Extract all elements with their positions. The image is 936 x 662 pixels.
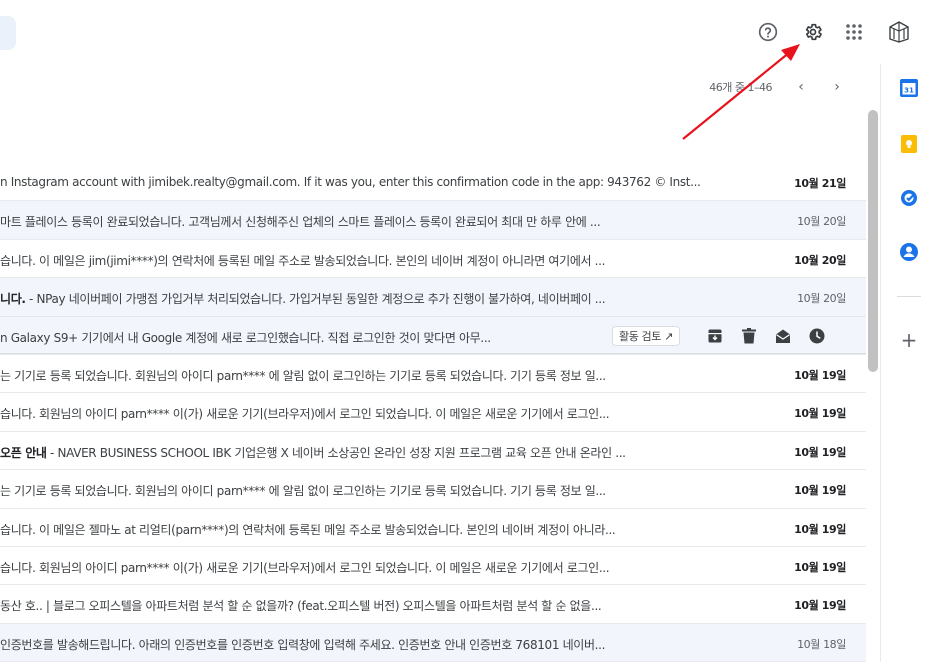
- email-snippet: 는 기기로 등록 되었습니다. 회원님의 아이디 parn**** 에 알림 없…: [0, 368, 606, 383]
- email-snippet: 습니다. 회원님의 아이디 parn**** 이(가) 새로운 기기(브라우저)…: [0, 407, 610, 422]
- chevron-left-icon[interactable]: ‹: [790, 76, 812, 98]
- contacts-icon[interactable]: [897, 240, 921, 264]
- email-row[interactable]: n Instagram account with jimibek.realty@…: [0, 163, 866, 202]
- email-snippet: 습니다. 이 메일은 젤마노 at 리얼티(parn****)의 연락처에 등록…: [0, 522, 616, 537]
- email-snippet: n Galaxy S9+ 기기에서 내 Google 계정에 새로 로그인했습니…: [0, 330, 491, 345]
- email-list: n Instagram account with jimibek.realty@…: [0, 163, 866, 662]
- email-row[interactable]: 동산 호.. | 블로그 오피스텔을 아파트처럼 분석 할 순 없을까? (fe…: [0, 585, 866, 624]
- email-subject: 오픈 안내: [0, 445, 47, 460]
- email-snippet: 는 기기로 등록 되었습니다. 회원님의 아이디 parn**** 에 알림 없…: [0, 484, 606, 499]
- email-row[interactable]: 습니다. 회원님의 아이디 parn**** 이(가) 새로운 기기(브라우저)…: [0, 393, 866, 432]
- email-date: 10월 18일: [797, 637, 846, 651]
- email-row[interactable]: 인증번호를 발송해드립니다. 아래의 인증번호를 인증번호 입력창에 입력해 주…: [0, 623, 866, 662]
- email-snippet: 니다. - NPay 네이버페이 가맹점 가입거부 처리되었습니다. 가입거부된…: [0, 290, 768, 307]
- email-preview: - NPay 네이버페이 가맹점 가입거부 처리되었습니다. 가입거부된 동일한…: [25, 292, 606, 307]
- scrollbar-thumb[interactable]: [868, 110, 878, 372]
- side-panel: 31 +: [880, 64, 936, 662]
- pagination: 46개 중 1–46 ‹ ›: [0, 76, 866, 98]
- pagination-range: 46개 중 1–46: [709, 81, 772, 94]
- email-row[interactable]: 습니다. 이 메일은 jim(jimi****)의 연락처에 등록된 메일 주소…: [0, 239, 866, 279]
- email-row[interactable]: 마트 플레이스 등록이 완료되었습니다. 고객님께서 신청해주신 업체의 스마트…: [0, 201, 866, 240]
- apps-grid-icon[interactable]: [840, 18, 868, 46]
- review-activity-button[interactable]: 활동 검토 ↗: [612, 325, 680, 346]
- email-row[interactable]: 는 기기로 등록 되었습니다. 회원님의 아이디 parn**** 에 알림 없…: [0, 354, 866, 394]
- email-snippet: 인증번호를 발송해드립니다. 아래의 인증번호를 인증번호 입력창에 입력해 주…: [0, 637, 606, 652]
- email-row[interactable]: 습니다. 이 메일은 젤마노 at 리얼티(parn****)의 연락처에 등록…: [0, 508, 866, 547]
- email-date: 10월 19일: [794, 368, 846, 382]
- search-box-edge[interactable]: [0, 16, 16, 50]
- add-addon-plus-icon[interactable]: +: [897, 328, 921, 352]
- delete-trash-icon[interactable]: [732, 323, 766, 349]
- email-row[interactable]: 습니다. 회원님의 아이디 parn**** 이(가) 새로운 기기(브라우저)…: [0, 546, 866, 586]
- email-subject: 니다.: [0, 292, 26, 307]
- tasks-icon[interactable]: [897, 186, 921, 210]
- email-date: 10월 19일: [794, 560, 846, 574]
- email-date: 10월 19일: [794, 445, 846, 459]
- archive-icon[interactable]: [698, 323, 732, 349]
- email-preview: - NAVER BUSINESS SCHOOL IBK 기업은행 X 네이버 소…: [46, 445, 626, 460]
- row-hover-actions: 활동 검토 ↗: [612, 323, 834, 349]
- email-date: 10월 20일: [794, 253, 846, 267]
- email-date: 10월 19일: [794, 522, 846, 536]
- email-row[interactable]: 오픈 안내 - NAVER BUSINESS SCHOOL IBK 기업은행 X…: [0, 431, 866, 471]
- email-date: 10월 19일: [794, 599, 846, 613]
- calendar-day-number: 31: [904, 87, 914, 95]
- email-date: 10월 21일: [794, 177, 846, 190]
- email-date: 10월 20일: [797, 292, 846, 306]
- email-row[interactable]: 니다. - NPay 네이버페이 가맹점 가입거부 처리되었습니다. 가입거부된…: [0, 278, 866, 317]
- email-snippet: 오픈 안내 - NAVER BUSINESS SCHOOL IBK 기업은행 X…: [0, 444, 768, 461]
- email-snippet: 마트 플레이스 등록이 완료되었습니다. 고객님께서 신청해주신 업체의 스마트…: [0, 215, 601, 230]
- email-date: 10월 19일: [794, 484, 846, 498]
- email-date: 10월 20일: [797, 215, 846, 229]
- keep-icon[interactable]: [897, 132, 921, 156]
- mark-read-envelope-icon[interactable]: [766, 323, 800, 349]
- email-row[interactable]: 는 기기로 등록 되었습니다. 회원님의 아이디 parn**** 에 알림 없…: [0, 470, 866, 509]
- help-icon[interactable]: [754, 18, 782, 46]
- email-row-hovered[interactable]: n Galaxy S9+ 기기에서 내 Google 계정에 새로 로그인했습니…: [0, 316, 866, 355]
- settings-gear-icon[interactable]: [799, 18, 827, 46]
- chevron-right-icon[interactable]: ›: [826, 76, 848, 98]
- account-avatar-icon[interactable]: [885, 18, 913, 46]
- email-snippet: 습니다. 이 메일은 jim(jimi****)의 연락처에 등록된 메일 주소…: [0, 253, 606, 268]
- email-snippet: 동산 호.. | 블로그 오피스텔을 아파트처럼 분석 할 순 없을까? (fe…: [0, 599, 602, 614]
- email-snippet: n Instagram account with jimibek.realty@…: [0, 175, 701, 189]
- calendar-icon[interactable]: 31: [897, 76, 921, 100]
- side-panel-divider: [897, 296, 921, 297]
- top-bar: [0, 0, 936, 64]
- email-date: 10월 19일: [794, 407, 846, 421]
- email-snippet: 습니다. 회원님의 아이디 parn**** 이(가) 새로운 기기(브라우저)…: [0, 560, 610, 575]
- snooze-clock-icon[interactable]: [800, 323, 834, 349]
